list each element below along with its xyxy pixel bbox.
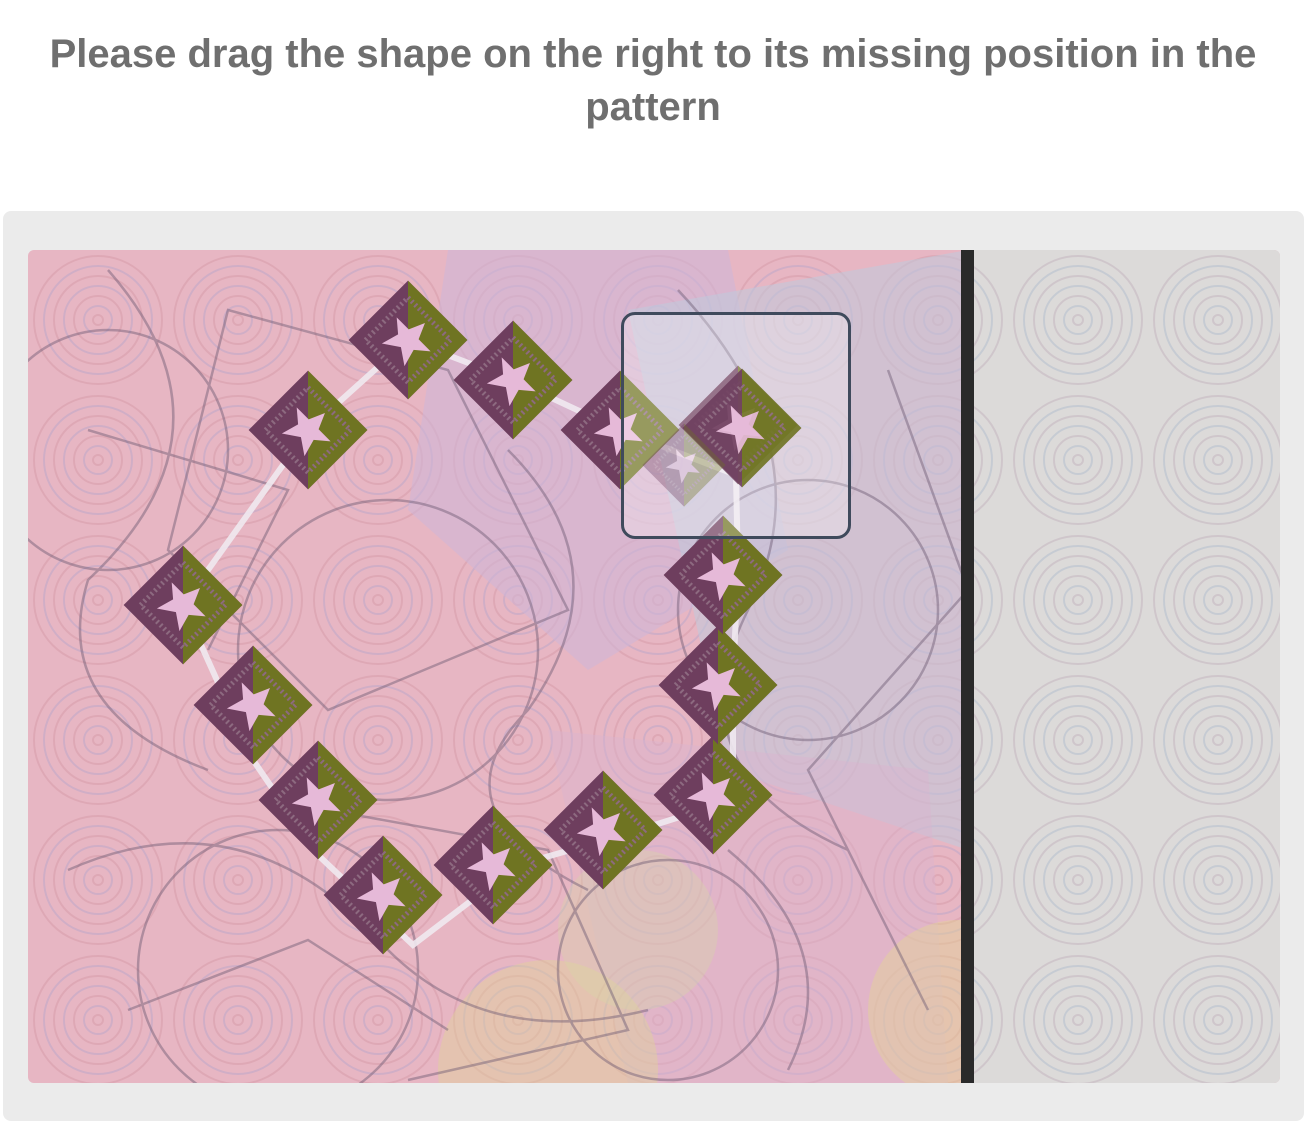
instruction-text: Please drag the shape on the right to it…	[49, 32, 1257, 129]
star-tile-icon	[640, 315, 848, 509]
draggable-piece[interactable]	[621, 312, 851, 539]
divider-bar	[961, 250, 974, 1083]
